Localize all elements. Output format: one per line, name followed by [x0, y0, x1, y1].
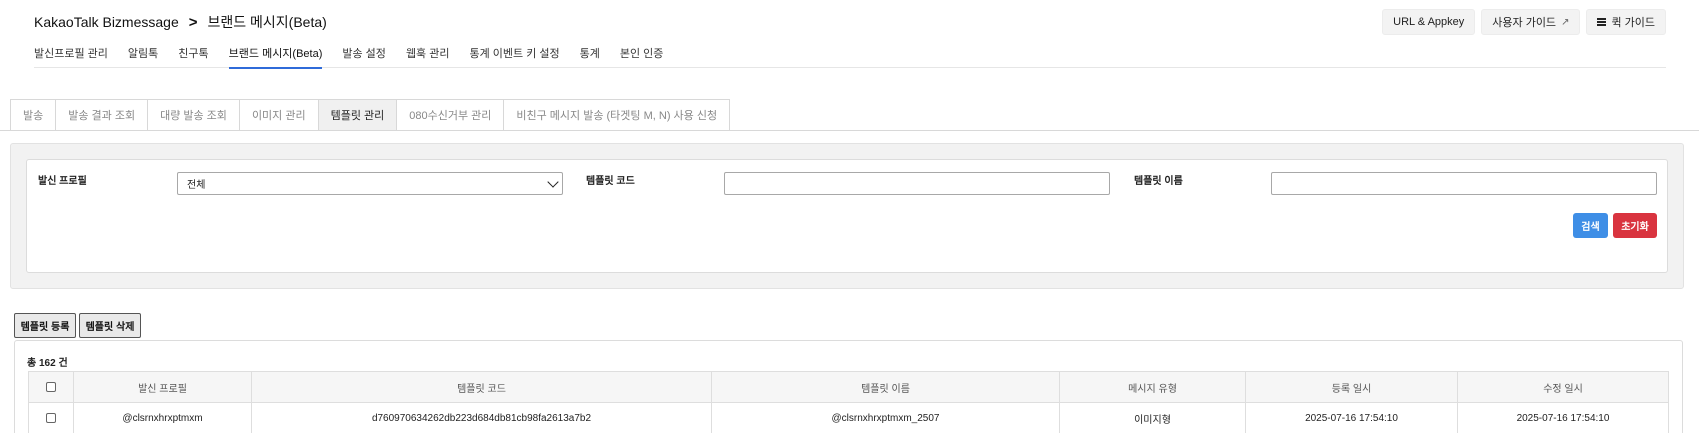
nav-item-alimtalk[interactable]: 알림톡	[128, 44, 158, 68]
nav-item-sender-profile[interactable]: 발신프로필 관리	[34, 44, 108, 68]
row-checkbox[interactable]	[46, 412, 56, 423]
breadcrumb-chevron-icon: >	[188, 13, 198, 31]
tab-send[interactable]: 발송	[10, 99, 57, 131]
chevron-down-icon	[547, 176, 559, 188]
column-header[interactable]: 발신 프로필	[73, 371, 252, 403]
user-guide-button[interactable]: 사용자 가이드 ↗	[1481, 9, 1581, 35]
sender-profile-selected: 전체	[187, 180, 206, 191]
cell-created-at: 2025-07-16 17:54:10	[1245, 402, 1458, 433]
tab-bulk-send[interactable]: 대량 발송 조회	[148, 99, 240, 131]
nav-item-friendtalk[interactable]: 친구톡	[178, 44, 208, 68]
register-template-button[interactable]: 템플릿 등록	[14, 313, 76, 338]
tab-template-management[interactable]: 템플릿 관리	[318, 99, 398, 131]
result-count: 총 162 건	[27, 358, 68, 369]
delete-template-button[interactable]: 템플릿 삭제	[79, 313, 141, 338]
column-header[interactable]: 등록 일시	[1245, 371, 1458, 403]
cell-sender-profile: @clsrnxhrxptmxm	[73, 402, 252, 433]
cell-template-code: d760970634262db223d684db81cb98fa2613a7b2	[251, 402, 712, 433]
external-link-icon: ↗	[1561, 16, 1570, 28]
nav-item-verification[interactable]: 본인 인증	[620, 44, 664, 68]
page-header: KakaoTalk Bizmessage > 브랜드 메시지(Beta) 발신프…	[34, 0, 1666, 69]
nav-item-webhook[interactable]: 웹훅 관리	[406, 44, 450, 68]
column-header[interactable]: 메시지 유형	[1059, 371, 1246, 403]
header-actions: URL & Appkey 사용자 가이드 ↗ 퀵 가이드	[1382, 9, 1666, 35]
breadcrumb: KakaoTalk Bizmessage > 브랜드 메시지(Beta)	[34, 12, 327, 32]
table-row[interactable]: @clsrnxhrxptmxm d760970634262db223d684db…	[28, 402, 1669, 433]
nav-item-send-settings[interactable]: 발송 설정	[342, 44, 386, 68]
nav-item-statistics[interactable]: 통계	[580, 44, 600, 68]
menu-icon	[1597, 18, 1607, 26]
breadcrumb-root[interactable]: KakaoTalk Bizmessage	[34, 14, 179, 30]
reset-button[interactable]: 초기화	[1613, 213, 1657, 238]
breadcrumb-current: 브랜드 메시지(Beta)	[207, 14, 327, 30]
template-code-label: 템플릿 코드	[586, 176, 635, 187]
row-select-cell	[28, 402, 74, 433]
search-form: 발신 프로필 전체 템플릿 코드 템플릿 이름 검색 초기화	[26, 159, 1668, 273]
template-name-label: 템플릿 이름	[1134, 176, 1183, 187]
cell-message-type: 이미지형	[1059, 402, 1246, 433]
url-appkey-label: URL & Appkey	[1393, 16, 1465, 28]
search-panel: 발신 프로필 전체 템플릿 코드 템플릿 이름 검색 초기화	[10, 143, 1684, 289]
tab-non-friend-targeting[interactable]: 비친구 메시지 발송 (타겟팅 M, N) 사용 신청	[504, 99, 731, 131]
nav-item-brand-message[interactable]: 브랜드 메시지(Beta)	[228, 44, 322, 69]
tab-080-unsubscribe[interactable]: 080수신거부 관리	[397, 99, 505, 131]
template-name-input[interactable]	[1271, 172, 1657, 195]
tab-image-management[interactable]: 이미지 관리	[239, 99, 319, 131]
column-header[interactable]: 수정 일시	[1457, 371, 1669, 403]
url-appkey-button[interactable]: URL & Appkey	[1382, 9, 1476, 35]
search-button[interactable]: 검색	[1573, 213, 1608, 238]
user-guide-label: 사용자 가이드	[1492, 17, 1557, 29]
template-table: 발신 프로필 템플릿 코드 템플릿 이름 메시지 유형 등록 일시 수정 일시 …	[28, 371, 1669, 433]
sender-profile-label: 발신 프로필	[38, 176, 87, 187]
sub-tabs: 발송 발송 결과 조회 대량 발송 조회 이미지 관리 템플릿 관리 080수신…	[10, 99, 731, 131]
sender-profile-select[interactable]: 전체	[177, 172, 563, 195]
column-header[interactable]: 템플릿 이름	[711, 371, 1060, 403]
nav-item-event-key[interactable]: 통계 이벤트 키 설정	[469, 44, 559, 68]
select-all-cell	[28, 371, 74, 403]
top-nav: 발신프로필 관리 알림톡 친구톡 브랜드 메시지(Beta) 발송 설정 웹훅 …	[34, 44, 683, 69]
quick-guide-button[interactable]: 퀵 가이드	[1586, 9, 1666, 35]
tab-send-results[interactable]: 발송 결과 조회	[56, 99, 149, 131]
template-code-input[interactable]	[724, 172, 1110, 195]
table-header-row: 발신 프로필 템플릿 코드 템플릿 이름 메시지 유형 등록 일시 수정 일시	[28, 371, 1669, 403]
select-all-checkbox[interactable]	[46, 381, 56, 392]
results-panel: 총 162 건 발신 프로필 템플릿 코드 템플릿 이름 메시지 유형 등록 일…	[14, 340, 1683, 433]
cell-template-name: @clsrnxhrxptmxm_2507	[711, 402, 1060, 433]
quick-guide-label: 퀵 가이드	[1611, 17, 1655, 29]
cell-updated-at: 2025-07-16 17:54:10	[1457, 402, 1669, 433]
column-header[interactable]: 템플릿 코드	[251, 371, 712, 403]
